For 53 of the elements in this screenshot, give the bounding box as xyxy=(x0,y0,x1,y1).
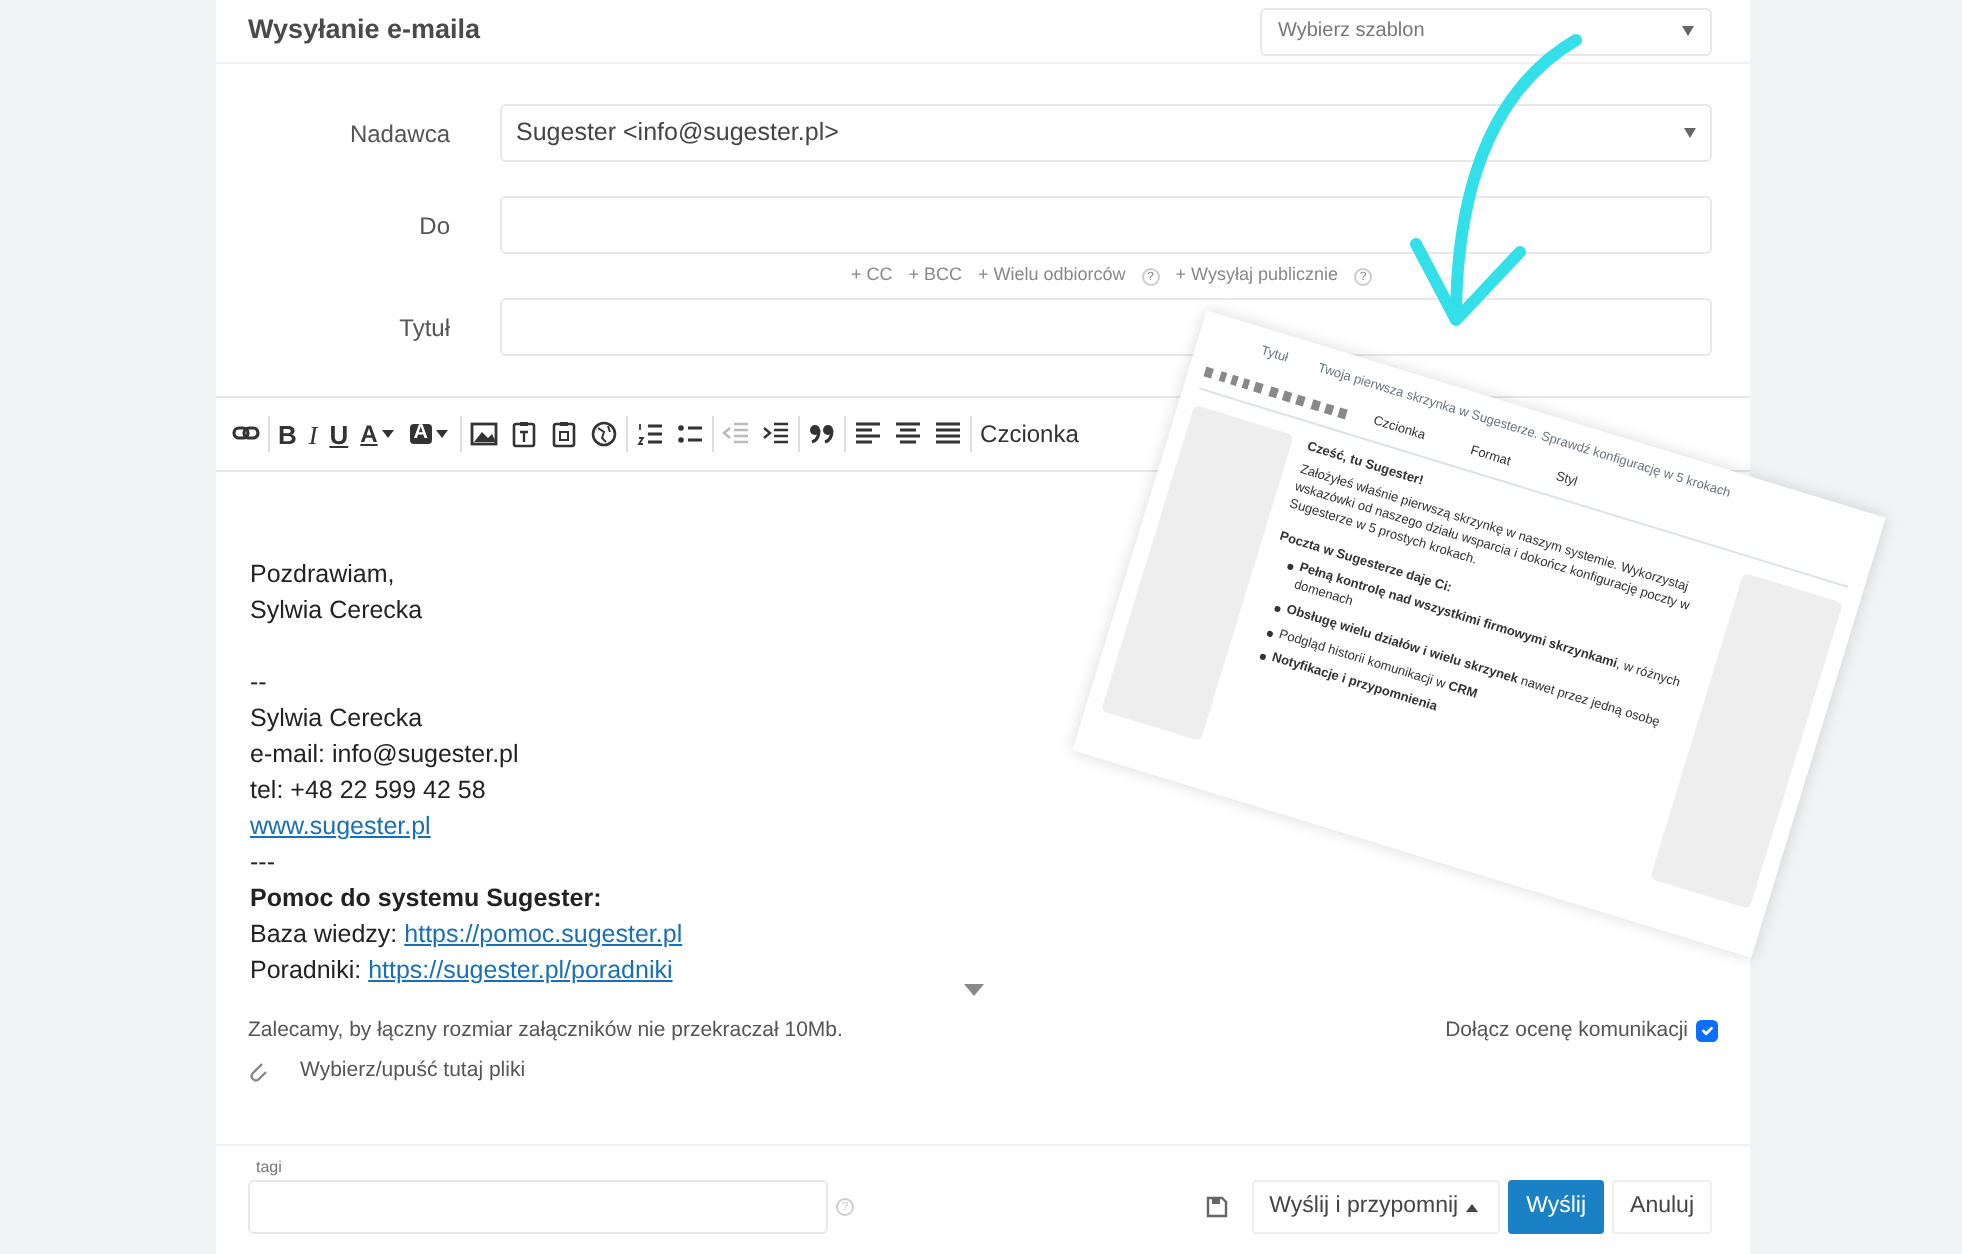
body-text: Sylwia Cerecka xyxy=(250,702,423,736)
cancel-button[interactable]: Anuluj xyxy=(1612,1180,1712,1235)
add-recipient-link[interactable]: + Wysyłaj publicznie xyxy=(1175,262,1338,290)
align-left-icon[interactable] xyxy=(854,420,883,448)
template-select[interactable]: Wybierz szablon xyxy=(1260,7,1712,55)
save-icon[interactable] xyxy=(1205,1196,1228,1219)
file-drop-zone[interactable]: Wybierz/upuść tutaj pliki xyxy=(300,1055,526,1087)
tags-label: tagi xyxy=(254,1156,284,1180)
resize-handle-icon[interactable] xyxy=(963,984,983,996)
quote-icon[interactable] xyxy=(808,420,837,448)
numbered-list-icon[interactable] xyxy=(636,420,665,448)
body-text: Poradniki: xyxy=(250,956,362,984)
body-link[interactable]: https://sugester.pl/poradniki xyxy=(368,956,673,984)
add-recipient-link[interactable]: + BCC xyxy=(908,262,962,290)
add-recipient-link[interactable]: + Wielu odbiorców xyxy=(978,262,1126,290)
justify-icon[interactable] xyxy=(934,420,963,448)
add-recipient-link[interactable]: + CC xyxy=(850,262,893,290)
paperclip-icon xyxy=(248,1060,268,1083)
field-label: Tytuł xyxy=(397,311,450,345)
recipient-field[interactable] xyxy=(500,196,1712,254)
indent-icon[interactable] xyxy=(762,420,791,448)
bold-button[interactable]: B xyxy=(274,417,301,451)
sender-select[interactable]: Sugester <info@sugester.pl> xyxy=(500,104,1712,162)
rating-checkbox[interactable] xyxy=(1696,1020,1718,1043)
body-text: -- xyxy=(250,666,267,700)
background-color-button[interactable]: A xyxy=(405,420,457,448)
underline-button[interactable]: U xyxy=(325,417,353,451)
body-text: e-mail: info@sugester.pl xyxy=(250,738,519,772)
italic-button[interactable]: I xyxy=(304,417,322,451)
send-button[interactable]: Wyślij xyxy=(1508,1180,1605,1235)
body-heading: Pomoc do systemu Sugester: xyxy=(250,882,602,916)
clipboard-icon[interactable] xyxy=(510,420,539,448)
image-icon[interactable] xyxy=(470,420,499,448)
body-text: Sylwia Cerecka xyxy=(250,594,423,628)
body-link[interactable]: https://pomoc.sugester.pl xyxy=(404,920,683,948)
align-center-icon[interactable] xyxy=(894,420,923,448)
body-text: Pozdrawiam, xyxy=(250,558,395,592)
checkbox-label: Dołącz ocenę komunikacji xyxy=(1445,1016,1688,1046)
field-label: Nadawca xyxy=(347,117,450,151)
text-color-button[interactable]: A xyxy=(356,418,402,450)
body-text: tel: +48 22 599 42 58 xyxy=(250,774,486,808)
body-text: Baza wiedzy: xyxy=(250,920,398,948)
globe-icon[interactable] xyxy=(590,420,619,448)
send-and-remind-button[interactable]: Wyślij i przypomnij xyxy=(1251,1180,1501,1235)
body-text: --- xyxy=(250,846,275,880)
field-label: Do xyxy=(417,209,450,243)
attachment-note: Zalecamy, by łączny rozmiar załączników nie przekraczał 10Mb. xyxy=(248,1016,843,1046)
body-link[interactable]: www.sugester.pl xyxy=(250,812,431,840)
clipboard-icon[interactable] xyxy=(550,420,579,448)
font-dropdown[interactable]: Czcionka xyxy=(976,418,1083,450)
bullet-list-icon[interactable] xyxy=(676,420,705,448)
panel-title: Wysyłanie e-maila xyxy=(248,12,481,49)
tags-field[interactable] xyxy=(248,1180,828,1235)
